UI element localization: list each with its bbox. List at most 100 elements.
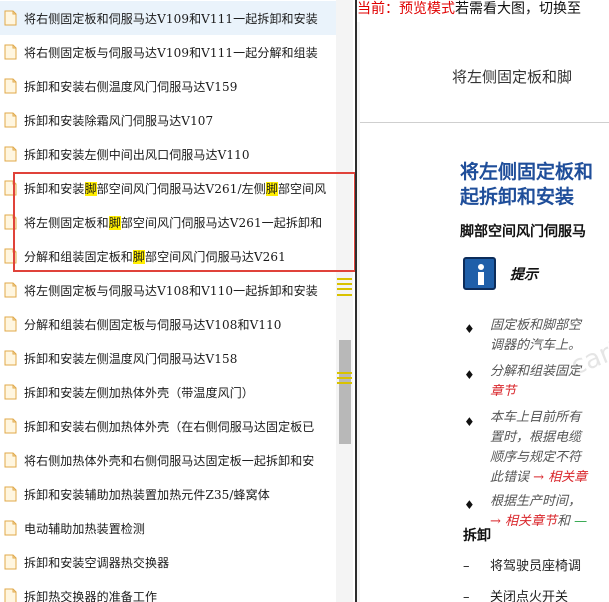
document-icon [4,554,17,570]
tree-item[interactable]: 拆卸和安装右侧加热体外壳（在右侧伺服马达固定板已 [0,409,336,443]
document-icon [4,316,17,332]
document-icon [4,588,17,602]
tree-item-label: 将右侧固定板与伺服马达V109和V111一起分解和组装 [24,45,318,60]
document-page: 将左侧固定板和脚 将左侧固定板和 起拆卸和安装 脚部空间风门伺服马 提示 ♦ 固… [360,22,609,602]
text-line: 和 [557,514,571,529]
tree-item-label: 分解和组装右侧固定板与伺服马达V108和V110 [24,317,282,332]
reference-link[interactable]: 章节 [490,384,516,399]
document-icon [4,384,17,400]
document-icon [4,214,17,230]
bullet-text: 固定板和脚部空 调器的汽车上。 [490,316,581,356]
bullet-text: 根据生产时间， → 相关章节和 — [490,492,587,532]
tree-item[interactable]: 拆卸和安装右侧温度风门伺服马达V159 [0,69,336,103]
scrollbar-thumb[interactable] [339,340,351,444]
document-icon [4,486,17,502]
document-subtitle: 脚部空间风门伺服马 [460,224,586,240]
document-icon [4,248,17,264]
label-part: 部空间风门伺服马达V261/左侧 [96,181,266,196]
document-icon [4,520,17,536]
text-line: 根据生产时间， [490,494,582,509]
note-label: 提示 [510,267,538,283]
document-icon [4,10,17,26]
reference-link[interactable]: → 相关章 [533,470,587,485]
document-icon [4,418,17,434]
bullet-icon: ♦ [464,415,475,429]
document-icon [4,146,17,162]
text-line: 此错误 [490,470,530,485]
search-highlight: 脚 [108,215,121,230]
tree-item[interactable]: 分解和组装右侧固定板与伺服马达V108和V110 [0,307,336,341]
info-icon [463,257,496,290]
search-hit-marker [337,377,352,379]
document-icon [4,112,17,128]
tree-item-label: 电动辅助加热装置检测 [24,521,146,536]
preview-hint: 若需看大图，切换至 [455,1,581,17]
tree-item[interactable]: 拆卸和安装左侧中间出风口伺服马达V110 [0,137,336,171]
tree-item-label: 拆卸和安装右侧加热体外壳（在右侧伺服马达固定板已 [24,419,315,434]
search-hit-marker [337,382,352,384]
label-part: 将左侧固定板和 [24,215,109,230]
step-text: 关闭点火开关 [490,590,569,602]
step-dash: – [463,590,470,602]
search-highlight: 脚 [265,181,278,196]
tree-item[interactable]: 将右侧加热体外壳和右侧伺服马达固定板一起拆卸和安 [0,443,336,477]
tree-item-label: 拆卸和安装空调器热交换器 [24,555,170,570]
document-icon [4,180,17,196]
search-hit-marker [337,278,352,280]
tree-item[interactable]: 电动辅助加热装置检测 [0,511,336,545]
label-part: 拆卸和安装 [24,181,85,196]
section-heading-removal: 拆卸 [463,528,491,544]
tree-item[interactable]: 拆卸和安装空调器热交换器 [0,545,336,579]
label-part: 部空间风门伺服马达V261一起拆卸和 [120,215,323,230]
reference-link[interactable]: → 相关章节 [490,514,557,529]
tree-item-label: 拆卸和安装左侧中间出风口伺服马达V110 [24,147,250,162]
tree-item[interactable]: 拆卸和安装左侧温度风门伺服马达V158 [0,341,336,375]
document-running-header: 将左侧固定板和脚 [452,68,573,86]
preview-mode-label: 当前：预览模式 [357,1,455,17]
document-icon [4,44,17,60]
tree-item[interactable]: 拆卸和安装左侧加热体外壳（带温度风门） [0,375,336,409]
tree-item-label: 将左侧固定板和脚部空间风门伺服马达V261一起拆卸和 [24,214,322,231]
text-line: 本车上目前所有 [490,410,582,425]
search-highlight: 脚 [132,249,146,264]
tree-item[interactable]: 将左侧固定板与伺服马达V108和V110一起拆卸和安装 [0,273,336,307]
tree-item-highlighted[interactable]: 将左侧固定板和脚部空间风门伺服马达V261一起拆卸和 [0,205,336,239]
tree-item-label: 分解和组装固定板和脚部空间风门伺服马达V261 [24,248,286,265]
tree-item-highlighted[interactable]: 拆卸和安装脚部空间风门伺服马达V261/左侧脚部空间风 [0,171,336,205]
document-title: 将左侧固定板和 [460,161,594,183]
tree-item[interactable]: 拆卸和安装除霜风门伺服马达V107 [0,103,336,137]
tree-item-label: 拆卸和安装左侧温度风门伺服马达V158 [24,351,238,366]
step-dash: – [463,559,470,574]
document-icon [4,282,17,298]
document-title-continued: 起拆卸和安装 [460,186,575,208]
label-part: 部空间风 [277,181,327,196]
text-line: 顺序与规定不符 [490,450,582,465]
tree-item-label: 将右侧加热体外壳和右侧伺服马达固定板一起拆卸和安 [24,453,315,468]
preview-content[interactable]: 将左侧固定板和脚 将左侧固定板和 起拆卸和安装 脚部空间风门伺服马 提示 ♦ 固… [357,22,609,602]
label-part: 分解和组装固定板和 [24,249,133,264]
header-divider [360,122,609,123]
search-hit-marker [337,288,352,290]
tree-item-label: 拆卸和安装左侧加热体外壳（带温度风门） [24,385,254,400]
text-line: 调器的汽车上。 [490,338,582,353]
bullet-icon: ♦ [464,368,475,382]
search-hit-marker [337,372,352,374]
tree-item[interactable]: 将右侧固定板与伺服马达V109和V111一起分解和组装 [0,35,336,69]
tree-item-highlighted[interactable]: 分解和组装固定板和脚部空间风门伺服马达V261 [0,239,336,273]
preview-status: 当前：预览模式若需看大图，切换至 [357,0,609,20]
step-text: 将驾驶员座椅调 [490,559,582,574]
bullet-icon: ♦ [464,322,475,336]
text-line: 分解和组装固定 [490,364,582,379]
tree-item-label: 将右侧固定板和伺服马达V109和V111一起拆卸和安装 [24,11,318,26]
document-icon [4,452,17,468]
label-part: 部空间风门伺服马达V261 [145,249,286,264]
reference-link[interactable]: — [570,514,587,529]
tree-item[interactable]: 将右侧固定板和伺服马达V109和V111一起拆卸和安装 [0,1,336,35]
tree-item[interactable]: 拆卸和安装辅助加热装置加热元件Z35/蜂窝体 [0,477,336,511]
tree-item-label: 拆卸热交换器的准备工作 [24,589,158,602]
tree-scrollbar[interactable] [336,0,353,602]
bullet-icon: ♦ [464,498,475,512]
tree-item[interactable]: 拆卸热交换器的准备工作 [0,579,336,602]
tree-item-label: 将左侧固定板与伺服马达V108和V110一起拆卸和安装 [24,283,318,298]
search-highlight: 脚 [84,181,97,196]
